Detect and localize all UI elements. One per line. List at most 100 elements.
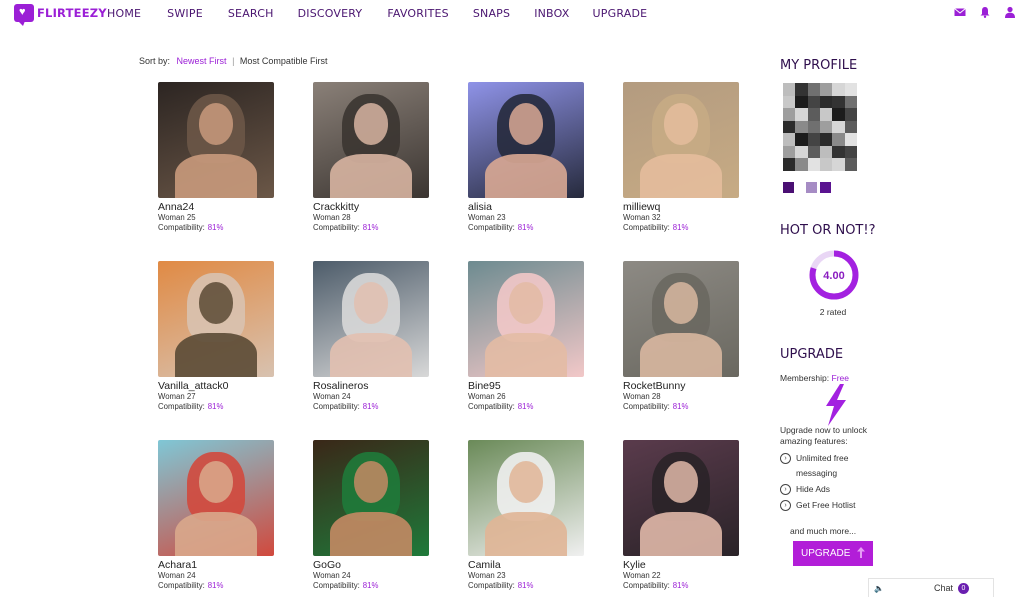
nav-inbox[interactable]: INBOX — [534, 7, 569, 20]
profile-compatibility: Compatibility: 81% — [313, 223, 431, 233]
profile-card[interactable]: Anna24 Woman 25 Compatibility: 81% — [158, 82, 276, 233]
nav-upgrade[interactable]: UPGRADE — [593, 7, 648, 20]
avatar-pixel — [807, 120, 820, 134]
profile-username[interactable]: alisia — [468, 201, 586, 213]
chevron-right-icon: › — [780, 453, 791, 464]
photo-body-shape — [640, 511, 722, 556]
profile-meta: Woman 22 — [623, 571, 661, 580]
profile-card[interactable]: Rosalineros Woman 24 Compatibility: 81% — [313, 261, 431, 412]
nav-snaps[interactable]: SNAPS — [473, 7, 510, 20]
profile-card[interactable]: Kylie Woman 22 Compatibility: 81% — [623, 440, 741, 591]
profile-meta: Woman 23 — [468, 213, 506, 222]
chat-bar[interactable]: 🔈 Chat 0 — [868, 578, 994, 597]
chevron-right-icon: › — [780, 484, 791, 495]
avatar-pixel — [819, 133, 833, 146]
profile-compatibility: Compatibility: 81% — [468, 581, 586, 591]
profile-photo[interactable] — [623, 440, 739, 556]
avatar-pixel — [795, 133, 808, 146]
profile-thumbnail[interactable] — [783, 182, 794, 193]
bell-icon[interactable] — [979, 6, 991, 18]
avatar-pixel — [844, 145, 857, 159]
photo-face-shape — [663, 102, 699, 145]
compatibility-value: 81% — [672, 581, 689, 590]
profile-username[interactable]: RocketBunny — [623, 380, 741, 392]
profile-username[interactable]: Rosalineros — [313, 380, 431, 392]
mail-icon[interactable] — [954, 6, 966, 18]
profile-compatibility: Compatibility: 81% — [468, 402, 586, 412]
profile-photo[interactable] — [313, 440, 429, 556]
main-nav: HOME SWIPE SEARCH DISCOVERY FAVORITES SN… — [107, 7, 647, 20]
upgrade-button-label: UPGRADE — [801, 548, 851, 559]
profile-username[interactable]: Anna24 — [158, 201, 276, 213]
profile-thumbnail[interactable] — [820, 182, 831, 193]
profile-photo[interactable] — [158, 440, 274, 556]
sort-most-compatible[interactable]: Most Compatible First — [240, 56, 328, 66]
photo-face-shape — [663, 460, 699, 503]
speaker-icon[interactable]: 🔈 — [874, 584, 884, 593]
sort-newest-first[interactable]: Newest First — [177, 56, 227, 66]
profile-grid: Anna24 Woman 25 Compatibility: 81% Crackkitt… — [158, 82, 758, 597]
site-logo[interactable]: ♥ FLIRTEEZY — [14, 4, 107, 26]
profile-username[interactable]: Bine95 — [468, 380, 586, 392]
profile-photo[interactable] — [158, 261, 274, 377]
profile-card[interactable]: Crackkitty Woman 28 Compatibility: 81% — [313, 82, 431, 233]
profile-thumbnail[interactable] — [797, 182, 803, 193]
avatar-pixel — [844, 95, 857, 109]
photo-face-shape — [198, 102, 234, 145]
compatibility-label: Compatibility: — [623, 223, 670, 232]
profile-thumbnail[interactable] — [806, 182, 817, 193]
photo-body-shape — [485, 153, 567, 198]
profile-photo[interactable] — [468, 82, 584, 198]
avatar-pixel — [795, 95, 808, 109]
profile-card[interactable]: Vanilla_attack0 Woman 27 Compatibility: 81% — [158, 261, 276, 412]
nav-favorites[interactable]: FAVORITES — [387, 7, 448, 20]
profile-photo[interactable] — [313, 82, 429, 198]
nav-search[interactable]: SEARCH — [228, 7, 274, 20]
avatar-pixel — [844, 120, 857, 134]
nav-home[interactable]: HOME — [107, 7, 141, 20]
profile-photo[interactable] — [468, 261, 584, 377]
nav-swipe[interactable]: SWIPE — [167, 7, 203, 20]
profile-compatibility: Compatibility: 81% — [158, 402, 276, 412]
upgrade-button[interactable]: UPGRADE — [793, 541, 873, 566]
profile-card[interactable]: Achara1 Woman 24 Compatibility: 81% — [158, 440, 276, 591]
lightning-bolt-icon — [826, 384, 846, 426]
profile-username[interactable]: GoGo — [313, 559, 431, 571]
avatar-pixel — [807, 133, 820, 146]
avatar-pixel — [795, 120, 808, 134]
feature-text: Hide Ads — [796, 484, 831, 494]
profile-card[interactable]: RocketBunny Woman 28 Compatibility: 81% — [623, 261, 741, 412]
profile-photo[interactable] — [468, 440, 584, 556]
sort-divider: | — [232, 56, 235, 66]
profile-card[interactable]: Camila Woman 23 Compatibility: 81% — [468, 440, 586, 591]
sort-label: Sort by: — [139, 56, 171, 66]
profile-card[interactable]: alisia Woman 23 Compatibility: 81% — [468, 82, 586, 233]
profile-photo[interactable] — [313, 261, 429, 377]
profile-card[interactable]: GoGo Woman 24 Compatibility: 81% — [313, 440, 431, 591]
profile-username[interactable]: Achara1 — [158, 559, 276, 571]
my-profile-photo[interactable] — [783, 83, 857, 171]
photo-face-shape — [663, 281, 699, 324]
compatibility-label: Compatibility: — [468, 402, 515, 411]
compatibility-label: Compatibility: — [468, 581, 515, 590]
profile-username[interactable]: milliewq — [623, 201, 741, 213]
profile-photo[interactable] — [623, 82, 739, 198]
profile-username[interactable]: Kylie — [623, 559, 741, 571]
avatar-pixel — [844, 158, 857, 171]
compatibility-value: 81% — [362, 581, 379, 590]
avatar-pixel — [795, 108, 808, 121]
compatibility-label: Compatibility: — [158, 223, 205, 232]
profile-username[interactable]: Vanilla_attack0 — [158, 380, 276, 392]
user-icon[interactable] — [1004, 6, 1016, 18]
avatar-pixel — [783, 145, 796, 159]
nav-discovery[interactable]: DISCOVERY — [298, 7, 363, 20]
profile-username[interactable]: Camila — [468, 559, 586, 571]
profile-card[interactable]: milliewq Woman 32 Compatibility: 81% — [623, 82, 741, 233]
profile-username[interactable]: Crackkitty — [313, 201, 431, 213]
compatibility-label: Compatibility: — [158, 581, 205, 590]
photo-body-shape — [640, 332, 722, 377]
profile-photo[interactable] — [623, 261, 739, 377]
avatar-pixel — [832, 145, 845, 159]
profile-photo[interactable] — [158, 82, 274, 198]
profile-card[interactable]: Bine95 Woman 26 Compatibility: 81% — [468, 261, 586, 412]
